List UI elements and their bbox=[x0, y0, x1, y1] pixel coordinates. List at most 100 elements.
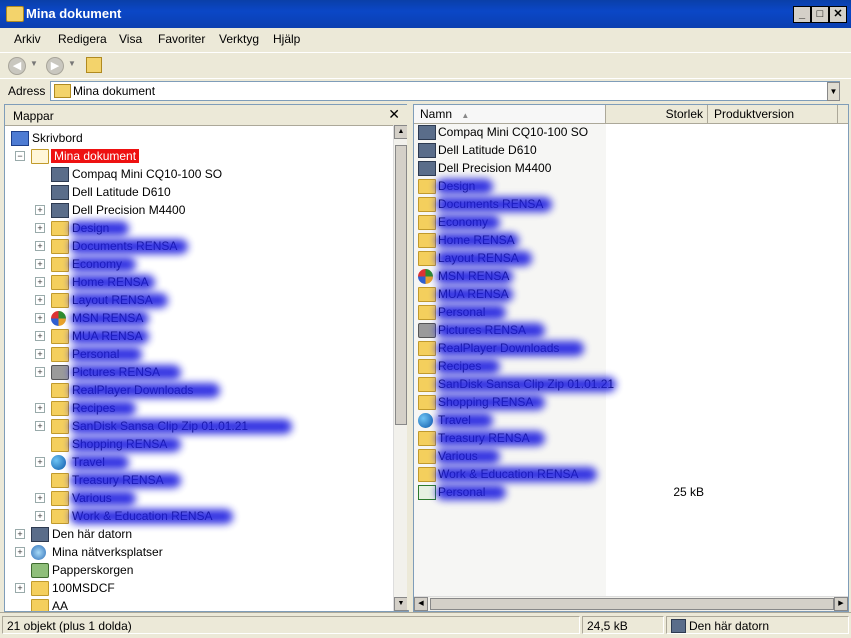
tree-item[interactable]: +Pictures RENSA bbox=[35, 363, 181, 381]
tree-item[interactable]: Compaq Mini CQ10-100 SO bbox=[35, 165, 222, 183]
tree-item[interactable]: +Recipes bbox=[35, 399, 136, 417]
expand-icon[interactable]: + bbox=[15, 547, 25, 557]
file-row[interactable]: Travel bbox=[418, 411, 844, 429]
forward-icon[interactable]: ▶ bbox=[46, 57, 64, 75]
expand-icon[interactable]: + bbox=[35, 493, 45, 503]
tree-item-skrivbord[interactable]: Skrivbord bbox=[11, 129, 83, 147]
expand-icon[interactable]: + bbox=[35, 349, 45, 359]
column-header-product-version[interactable]: Produktversion bbox=[708, 105, 838, 123]
menu-redigera[interactable]: Redigera bbox=[58, 32, 107, 46]
file-row[interactable]: Dell Precision M4400 bbox=[418, 159, 844, 177]
redaction-scribble bbox=[436, 449, 500, 464]
tree-item[interactable]: +MSN RENSA bbox=[35, 309, 149, 327]
tree-item[interactable]: RealPlayer Downloads bbox=[35, 381, 220, 399]
expand-icon[interactable]: + bbox=[35, 223, 45, 233]
scroll-left-icon[interactable]: ◀ bbox=[414, 597, 428, 611]
file-row[interactable]: Dell Latitude D610 bbox=[418, 141, 844, 159]
tree-item[interactable]: +100MSDCF bbox=[15, 579, 115, 597]
expand-icon[interactable]: + bbox=[35, 367, 45, 377]
tree-item[interactable]: AA bbox=[15, 597, 68, 611]
file-row[interactable]: Shopping RENSA bbox=[418, 393, 844, 411]
close-button[interactable]: ✕ bbox=[829, 6, 847, 23]
tree-item[interactable]: Shopping RENSA bbox=[35, 435, 181, 453]
tree-item[interactable]: +Design bbox=[35, 219, 129, 237]
tree-item[interactable]: +Home RENSA bbox=[35, 273, 155, 291]
file-row[interactable]: Treasury RENSA bbox=[418, 429, 844, 447]
scrollbar-thumb[interactable] bbox=[395, 145, 407, 425]
tree-item[interactable]: +MUA RENSA bbox=[35, 327, 149, 345]
computer-icon bbox=[31, 527, 49, 542]
expand-icon[interactable]: + bbox=[35, 241, 45, 251]
tree-item[interactable]: + Mina nätverksplatser bbox=[15, 543, 163, 561]
file-row[interactable]: Pictures RENSA bbox=[418, 321, 844, 339]
file-row[interactable]: SanDisk Sansa Clip Zip 01.01.21 bbox=[418, 375, 844, 393]
back-icon[interactable]: ◀ bbox=[8, 57, 26, 75]
address-input[interactable]: Mina dokument bbox=[50, 81, 840, 101]
tree-item[interactable]: +Layout RENSA bbox=[35, 291, 168, 309]
file-row[interactable]: MSN RENSA bbox=[418, 267, 844, 285]
tree-item-mina-dokument[interactable]: − Mina dokument bbox=[15, 147, 140, 165]
tree-item[interactable]: +Personal bbox=[35, 345, 142, 363]
scrollbar-thumb[interactable] bbox=[430, 598, 834, 610]
close-pane-icon[interactable]: ✕ bbox=[388, 106, 400, 123]
tree-item[interactable]: +Economy bbox=[35, 255, 136, 273]
tree-item[interactable]: Treasury RENSA bbox=[35, 471, 181, 489]
expand-icon[interactable]: + bbox=[35, 313, 45, 323]
file-row[interactable]: Layout RENSA bbox=[418, 249, 844, 267]
tree-item[interactable]: + Dell Precision M4400 bbox=[35, 201, 185, 219]
file-row[interactable]: Compaq Mini CQ10-100 SO bbox=[418, 123, 844, 141]
file-row[interactable]: Personal25 kB bbox=[418, 483, 844, 501]
address-dropdown-button[interactable]: ▼ bbox=[827, 82, 840, 101]
file-row[interactable]: MUA RENSA bbox=[418, 285, 844, 303]
forward-dropdown-icon[interactable]: ▼ bbox=[68, 59, 76, 68]
maximize-button[interactable]: □ bbox=[811, 6, 829, 23]
file-row[interactable]: RealPlayer Downloads bbox=[418, 339, 844, 357]
menu-verktyg[interactable]: Verktyg bbox=[219, 32, 259, 46]
up-folder-icon[interactable] bbox=[86, 57, 102, 73]
scroll-right-icon[interactable]: ▶ bbox=[834, 597, 848, 611]
scroll-up-icon[interactable]: ▲ bbox=[394, 125, 408, 139]
file-row[interactable]: Recipes bbox=[418, 357, 844, 375]
tree-item[interactable]: Dell Latitude D610 bbox=[35, 183, 171, 201]
expand-icon[interactable]: + bbox=[35, 277, 45, 287]
minimize-button[interactable]: _ bbox=[793, 6, 811, 23]
expand-icon[interactable]: + bbox=[35, 295, 45, 305]
expand-icon[interactable]: + bbox=[15, 529, 25, 539]
menu-hjalp[interactable]: Hjälp bbox=[273, 32, 300, 46]
file-row[interactable]: Work & Education RENSA bbox=[418, 465, 844, 483]
tree-item[interactable]: +Documents RENSA bbox=[35, 237, 188, 255]
folders-scrollbar[interactable]: ▲ ▼ bbox=[393, 125, 408, 611]
tree-item[interactable]: +Various bbox=[35, 489, 136, 507]
expand-icon[interactable]: + bbox=[35, 511, 45, 521]
column-header-size[interactable]: Storlek bbox=[606, 105, 708, 123]
expand-icon[interactable]: + bbox=[35, 421, 45, 431]
menu-favoriter[interactable]: Favoriter bbox=[158, 32, 205, 46]
file-list-scrollbar[interactable]: ◀ ▶ bbox=[414, 596, 848, 611]
file-row[interactable]: Personal bbox=[418, 303, 844, 321]
expand-icon[interactable]: + bbox=[35, 205, 45, 215]
file-row[interactable]: Various bbox=[418, 447, 844, 465]
folder-icon bbox=[418, 449, 436, 464]
tree-item[interactable]: +Work & Education RENSA bbox=[35, 507, 233, 525]
file-row[interactable]: Design bbox=[418, 177, 844, 195]
tree-item[interactable]: Papperskorgen bbox=[15, 561, 133, 579]
collapse-icon[interactable]: − bbox=[15, 151, 25, 161]
menu-arkiv[interactable]: Arkiv bbox=[14, 32, 41, 46]
redaction-scribble bbox=[70, 419, 292, 434]
tree-item-label: Mina dokument bbox=[51, 149, 140, 163]
tree-item[interactable]: +Travel bbox=[35, 453, 129, 471]
expand-icon[interactable]: + bbox=[35, 403, 45, 413]
expand-icon[interactable]: + bbox=[35, 457, 45, 467]
file-row[interactable]: Home RENSA bbox=[418, 231, 844, 249]
file-row[interactable]: Economy bbox=[418, 213, 844, 231]
tree-item[interactable]: +SanDisk Sansa Clip Zip 01.01.21 bbox=[35, 417, 292, 435]
tree-item[interactable]: + Den här datorn bbox=[15, 525, 132, 543]
file-row[interactable]: Documents RENSA bbox=[418, 195, 844, 213]
menu-visa[interactable]: Visa bbox=[119, 32, 142, 46]
scroll-down-icon[interactable]: ▼ bbox=[394, 597, 408, 611]
back-dropdown-icon[interactable]: ▼ bbox=[30, 59, 38, 68]
column-header-name[interactable]: Namn ▲ bbox=[414, 105, 606, 123]
expand-icon[interactable]: + bbox=[35, 259, 45, 269]
expand-icon[interactable]: + bbox=[35, 331, 45, 341]
expand-icon[interactable]: + bbox=[15, 583, 25, 593]
